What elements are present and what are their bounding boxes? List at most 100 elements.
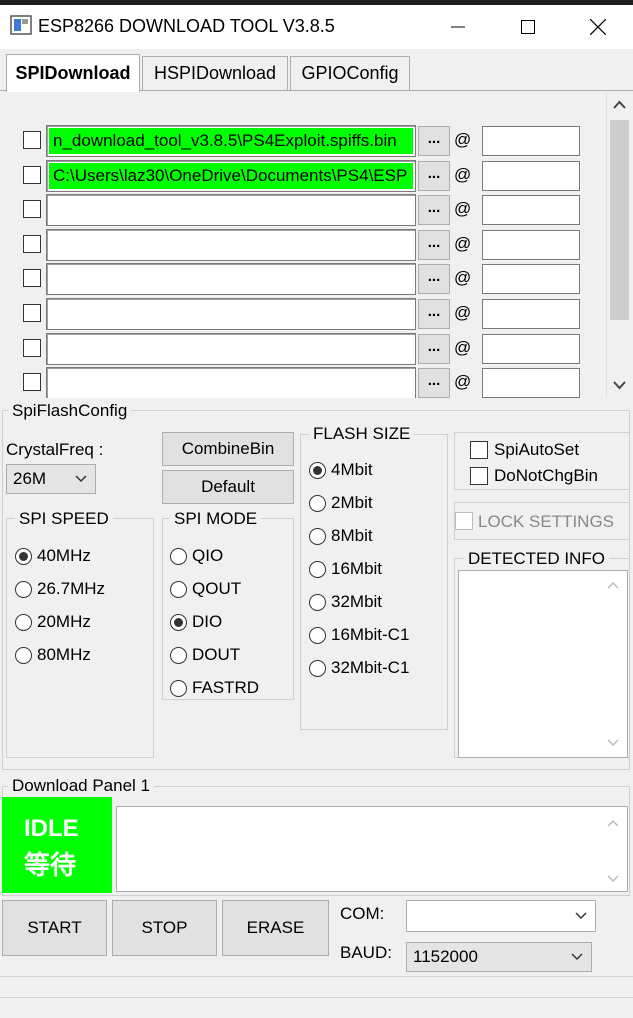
file-path-input[interactable] <box>46 333 416 365</box>
spi-mode-radio[interactable] <box>170 680 187 697</box>
offset-input[interactable] <box>482 195 580 225</box>
flash-size-radio[interactable] <box>309 594 326 611</box>
offset-input[interactable] <box>482 299 580 329</box>
browse-button[interactable]: ... <box>418 161 450 191</box>
start-button[interactable]: START <box>2 900 107 956</box>
file-path-text <box>47 304 53 323</box>
offset-input[interactable] <box>482 368 580 398</box>
scroll-up-icon[interactable] <box>607 581 619 589</box>
offset-input[interactable] <box>482 161 580 191</box>
detected-info-textarea[interactable] <box>458 570 628 758</box>
scrollbar-thumb[interactable] <box>610 120 629 320</box>
spi-mode-title: SPI MODE <box>170 509 262 529</box>
file-path-input[interactable]: C:\Users\laz30\OneDrive\Documents\PS4\ES… <box>46 160 416 192</box>
chevron-down-icon <box>75 475 87 483</box>
file-path-input[interactable] <box>46 367 416 398</box>
status-text-en: IDLE <box>24 815 79 842</box>
tab-spidownload[interactable]: SPIDownload <box>6 54 140 92</box>
spi-speed-radio[interactable] <box>15 581 32 598</box>
file-row-checkbox[interactable] <box>23 235 41 253</box>
file-path-text <box>47 200 53 219</box>
file-path-text <box>47 373 53 392</box>
file-path-text <box>47 235 53 254</box>
baud-select[interactable]: 1152000 <box>406 942 592 972</box>
file-row-checkbox[interactable] <box>23 339 41 357</box>
spi-speed-radio[interactable] <box>15 548 32 565</box>
file-path-input[interactable] <box>46 263 416 295</box>
spi-speed-label: 20MHz <box>37 612 91 631</box>
file-row-checkbox[interactable] <box>23 304 41 322</box>
file-row-checkbox[interactable] <box>23 131 41 149</box>
tab-gpioconfig[interactable]: GPIOConfig <box>290 56 410 90</box>
browse-button[interactable]: ... <box>418 299 450 329</box>
spi-flash-config-title: SpiFlashConfig <box>8 401 132 421</box>
default-button[interactable]: Default <box>162 470 294 504</box>
minimize-button[interactable] <box>423 5 493 49</box>
tab-hspidownload[interactable]: HSPIDownload <box>142 56 288 90</box>
lock-settings-checkbox[interactable] <box>455 512 473 530</box>
file-path-text <box>47 339 53 358</box>
browse-button[interactable]: ... <box>418 334 450 364</box>
flash-size-radio[interactable] <box>309 561 326 578</box>
spi-mode-radio[interactable] <box>170 647 187 664</box>
scroll-down-icon[interactable] <box>613 380 626 390</box>
scroll-down-icon[interactable] <box>607 875 619 883</box>
at-symbol: @ <box>454 268 472 287</box>
file-row-checkbox[interactable] <box>23 200 41 218</box>
browse-button[interactable]: ... <box>418 195 450 225</box>
flash-size-label: 4Mbit <box>331 460 373 479</box>
detected-info-title: DETECTED INFO <box>464 549 609 569</box>
combine-bin-button[interactable]: CombineBin <box>162 432 294 466</box>
at-symbol: @ <box>454 303 472 322</box>
download-log-textarea[interactable] <box>116 806 628 892</box>
spi-mode-radio[interactable] <box>170 614 187 631</box>
flash-size-label: 8Mbit <box>331 526 373 545</box>
browse-button[interactable]: ... <box>418 368 450 398</box>
spi-auto-set-checkbox[interactable] <box>470 441 488 459</box>
file-row-checkbox[interactable] <box>23 269 41 287</box>
file-path-input[interactable]: n_download_tool_v3.8.5\PS4Exploit.spiffs… <box>46 125 416 157</box>
com-select[interactable] <box>406 900 596 932</box>
file-row-checkbox[interactable] <box>23 373 41 391</box>
erase-button[interactable]: ERASE <box>222 900 329 956</box>
stop-button[interactable]: STOP <box>112 900 217 956</box>
offset-input[interactable] <box>482 126 580 156</box>
spi-speed-label: 80MHz <box>37 645 91 664</box>
offset-input[interactable] <box>482 230 580 260</box>
flash-size-radio[interactable] <box>309 495 326 512</box>
flash-size-label: 16Mbit-C1 <box>331 625 410 644</box>
scroll-down-icon[interactable] <box>607 739 619 747</box>
flash-size-label: 16Mbit <box>331 559 383 578</box>
do-not-chg-bin-checkbox[interactable] <box>470 467 488 485</box>
file-path-input[interactable] <box>46 229 416 261</box>
file-path-input[interactable] <box>46 194 416 226</box>
flash-size-radio[interactable] <box>309 627 326 644</box>
scroll-up-icon[interactable] <box>613 100 626 110</box>
lock-settings-label: LOCK SETTINGS <box>478 512 615 531</box>
browse-button[interactable]: ... <box>418 230 450 260</box>
scroll-up-icon[interactable] <box>607 819 619 827</box>
radio-selected-dot <box>19 552 28 561</box>
spi-speed-radio[interactable] <box>15 614 32 631</box>
file-path-input[interactable] <box>46 298 416 330</box>
file-list-scrollbar[interactable] <box>606 92 631 398</box>
flash-size-radio[interactable] <box>309 660 326 677</box>
offset-input[interactable] <box>482 264 580 294</box>
flash-size-label: 32Mbit <box>331 592 383 611</box>
flash-size-radio[interactable] <box>309 528 326 545</box>
file-row-checkbox[interactable] <box>23 166 41 184</box>
maximize-button[interactable] <box>493 5 563 49</box>
browse-button[interactable]: ... <box>418 126 450 156</box>
browse-button[interactable]: ... <box>418 264 450 294</box>
at-symbol: @ <box>454 234 472 253</box>
spi-mode-radio[interactable] <box>170 581 187 598</box>
offset-input[interactable] <box>482 334 580 364</box>
spi-mode-radio[interactable] <box>170 548 187 565</box>
close-icon <box>590 19 606 35</box>
crystal-freq-select[interactable]: 26M <box>6 464 96 494</box>
close-button[interactable] <box>563 5 633 49</box>
spi-speed-radio[interactable] <box>15 647 32 664</box>
flash-size-radio[interactable] <box>309 462 326 479</box>
spi-mode-group <box>162 518 294 700</box>
maximize-icon <box>521 20 535 34</box>
